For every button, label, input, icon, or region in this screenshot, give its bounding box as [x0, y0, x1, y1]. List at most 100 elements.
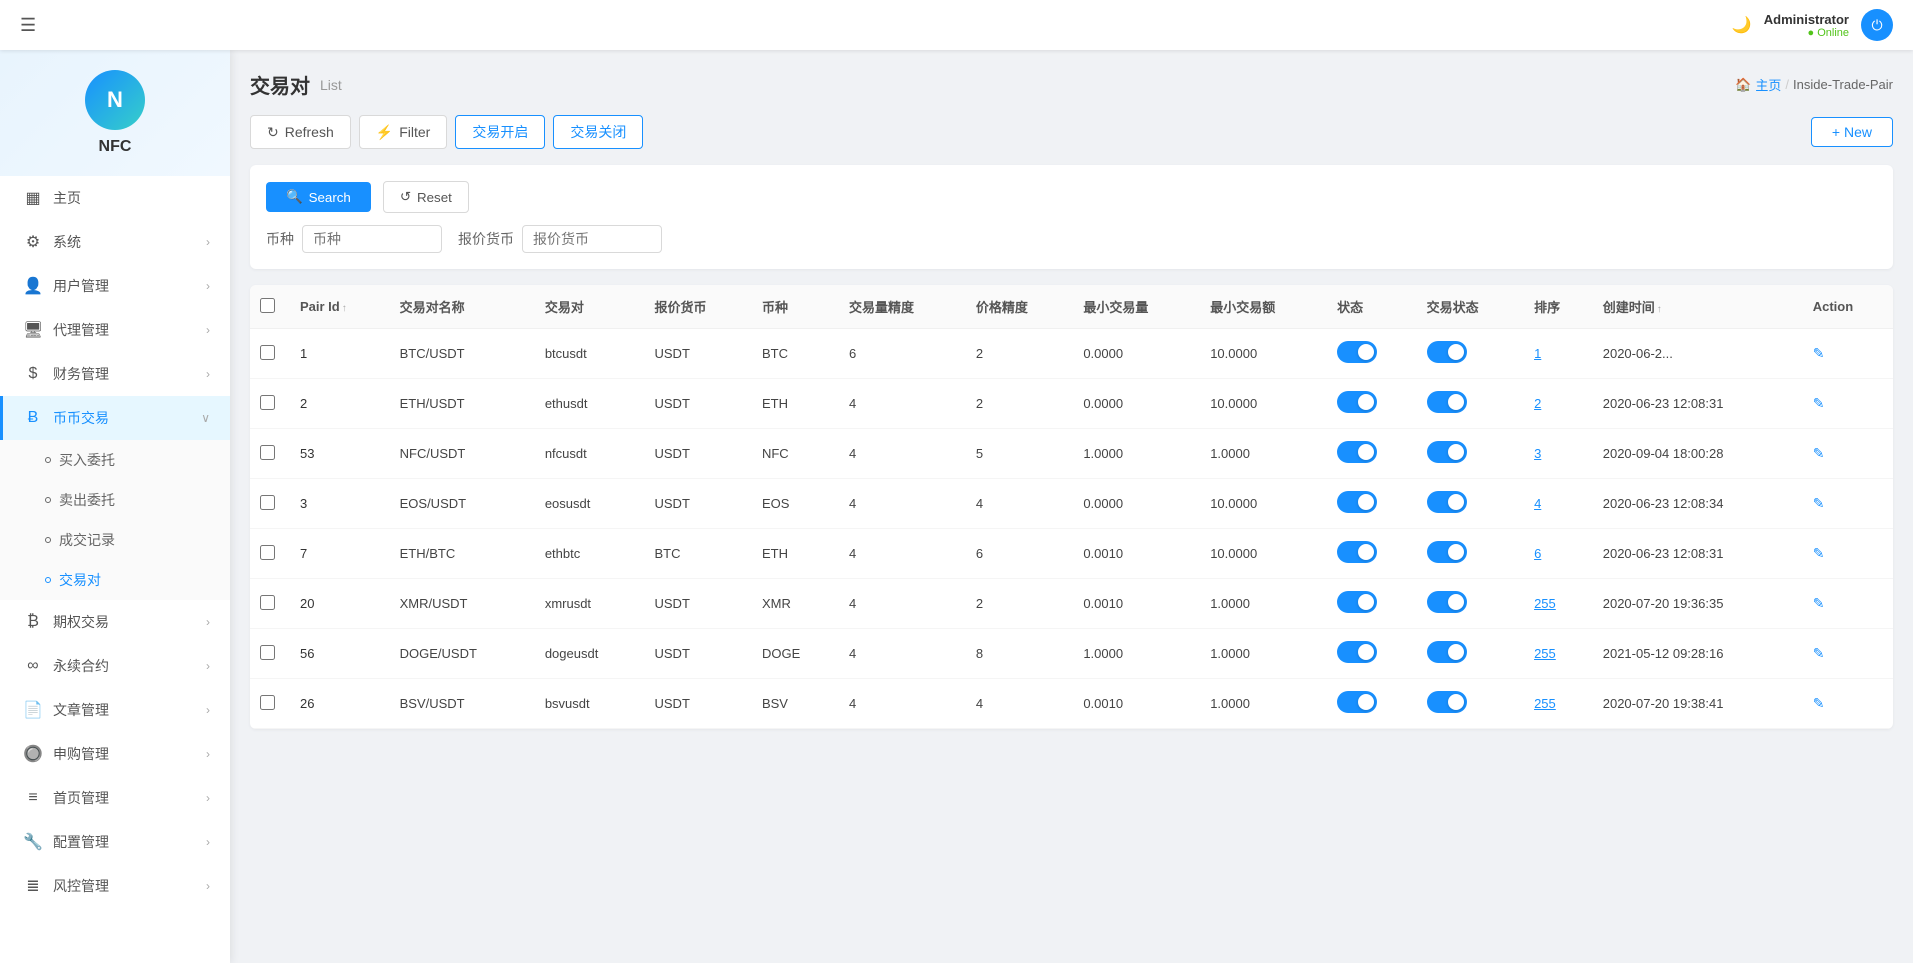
- status-switch-2[interactable]: [1337, 441, 1377, 463]
- edit-icon-6[interactable]: ✎: [1813, 645, 1825, 661]
- status-toggle-5[interactable]: [1337, 591, 1377, 613]
- trade-status-switch-1[interactable]: [1427, 391, 1467, 413]
- status-switch-7[interactable]: [1337, 691, 1377, 713]
- quote-input[interactable]: [522, 225, 662, 253]
- trade-status-switch-5[interactable]: [1427, 591, 1467, 613]
- trade-status-toggle-0[interactable]: [1427, 341, 1467, 363]
- sort-link-0[interactable]: 1: [1534, 346, 1541, 361]
- row-checkbox-2[interactable]: [260, 445, 275, 460]
- row-checkbox-6[interactable]: [260, 645, 275, 660]
- col-trade-status: 交易状态: [1417, 285, 1524, 329]
- coin-input[interactable]: [302, 225, 442, 253]
- sidebar-subitem-sell[interactable]: 卖出委托: [0, 480, 230, 520]
- trade-status-switch-7[interactable]: [1427, 691, 1467, 713]
- coin-trade-submenu: 买入委托 卖出委托 成交记录 交易对: [0, 440, 230, 600]
- status-switch-0[interactable]: [1337, 341, 1377, 363]
- sort-link-6[interactable]: 255: [1534, 646, 1556, 661]
- sidebar-item-finance[interactable]: $ 财务管理 ›: [0, 352, 230, 396]
- status-switch-5[interactable]: [1337, 591, 1377, 613]
- sort-link-2[interactable]: 3: [1534, 446, 1541, 461]
- new-button[interactable]: + New: [1811, 117, 1893, 147]
- sidebar-item-purchase[interactable]: 🔘 申购管理 ›: [0, 732, 230, 776]
- edit-icon-4[interactable]: ✎: [1813, 545, 1825, 561]
- created-sort-icon[interactable]: ↑: [1657, 304, 1662, 315]
- sidebar-item-homepage[interactable]: ≡ 首页管理 ›: [0, 776, 230, 820]
- filter-button[interactable]: ⚡ Filter: [359, 115, 448, 149]
- status-switch-3[interactable]: [1337, 491, 1377, 513]
- sort-link-1[interactable]: 2: [1534, 396, 1541, 411]
- status-toggle-4[interactable]: [1337, 541, 1377, 563]
- sidebar-label-purchase: 申购管理: [53, 744, 196, 764]
- row-checkbox-5[interactable]: [260, 595, 275, 610]
- hamburger-menu-icon[interactable]: ☰: [20, 15, 36, 36]
- trade-status-toggle-7[interactable]: [1427, 691, 1467, 713]
- trade-status-switch-4[interactable]: [1427, 541, 1467, 563]
- row-checkbox-0[interactable]: [260, 345, 275, 360]
- theme-toggle-icon[interactable]: 🌙: [1732, 15, 1752, 35]
- open-trade-button[interactable]: 交易开启: [455, 115, 545, 149]
- row-checkbox-cell: [250, 679, 290, 729]
- sidebar-subitem-trade-pair[interactable]: 交易对: [0, 560, 230, 600]
- row-checkbox-4[interactable]: [260, 545, 275, 560]
- trade-status-toggle-3[interactable]: [1427, 491, 1467, 513]
- edit-icon-2[interactable]: ✎: [1813, 445, 1825, 461]
- cell-min-vol-1: 0.0000: [1073, 379, 1200, 429]
- sidebar-item-user-mgmt[interactable]: 👤 用户管理 ›: [0, 264, 230, 308]
- trade-status-toggle-4[interactable]: [1427, 541, 1467, 563]
- sidebar-item-futures[interactable]: ₿ 期权交易 ›: [0, 600, 230, 644]
- sidebar-label-futures: 期权交易: [53, 612, 196, 632]
- sidebar-item-risk[interactable]: ≣ 风控管理 ›: [0, 864, 230, 908]
- close-trade-button[interactable]: 交易关闭: [553, 115, 643, 149]
- sidebar-item-article[interactable]: 📄 文章管理 ›: [0, 688, 230, 732]
- sidebar-item-agent-mgmt[interactable]: 🖥 代理管理 ›: [0, 308, 230, 352]
- edit-icon-7[interactable]: ✎: [1813, 695, 1825, 711]
- status-switch-4[interactable]: [1337, 541, 1377, 563]
- reset-button[interactable]: ↺ Reset: [383, 181, 469, 213]
- status-toggle-7[interactable]: [1337, 691, 1377, 713]
- trade-status-toggle-2[interactable]: [1427, 441, 1467, 463]
- status-switch-6[interactable]: [1337, 641, 1377, 663]
- sidebar-subitem-trade-record[interactable]: 成交记录: [0, 520, 230, 560]
- trade-status-switch-2[interactable]: [1427, 441, 1467, 463]
- edit-icon-0[interactable]: ✎: [1813, 345, 1825, 361]
- status-toggle-3[interactable]: [1337, 491, 1377, 513]
- status-toggle-2[interactable]: [1337, 441, 1377, 463]
- trade-status-switch-3[interactable]: [1427, 491, 1467, 513]
- trade-status-toggle-6[interactable]: [1427, 641, 1467, 663]
- status-toggle-6[interactable]: [1337, 641, 1377, 663]
- sidebar-item-perpetual[interactable]: ∞ 永续合约 ›: [0, 644, 230, 688]
- select-all-checkbox[interactable]: [260, 298, 275, 313]
- row-checkbox-3[interactable]: [260, 495, 275, 510]
- trade-status-switch-0[interactable]: [1427, 341, 1467, 363]
- edit-icon-5[interactable]: ✎: [1813, 595, 1825, 611]
- trade-status-switch-6[interactable]: [1427, 641, 1467, 663]
- status-toggle-0[interactable]: [1337, 341, 1377, 363]
- sort-link-7[interactable]: 255: [1534, 696, 1556, 711]
- row-checkbox-7[interactable]: [260, 695, 275, 710]
- cell-min-amt-1: 10.0000: [1200, 379, 1327, 429]
- sidebar-subitem-buy[interactable]: 买入委托: [0, 440, 230, 480]
- sidebar-item-config[interactable]: 🔧 配置管理 ›: [0, 820, 230, 864]
- breadcrumb-home-link[interactable]: 主页: [1755, 75, 1781, 94]
- sidebar-label-article: 文章管理: [53, 700, 196, 720]
- status-switch-1[interactable]: [1337, 391, 1377, 413]
- cell-coin-2: NFC: [752, 429, 839, 479]
- edit-icon-1[interactable]: ✎: [1813, 395, 1825, 411]
- trade-status-toggle-1[interactable]: [1427, 391, 1467, 413]
- trade-status-toggle-5[interactable]: [1427, 591, 1467, 613]
- cell-created-1: 2020-06-23 12:08:31: [1593, 379, 1803, 429]
- cell-action-5: ✎: [1803, 579, 1893, 629]
- search-button[interactable]: 🔍 Search: [266, 182, 371, 212]
- power-button[interactable]: ⏻: [1861, 9, 1893, 41]
- sidebar-item-system[interactable]: ⚙ 系统 ›: [0, 220, 230, 264]
- refresh-button[interactable]: ↻ Refresh: [250, 115, 351, 149]
- sort-link-4[interactable]: 6: [1534, 546, 1541, 561]
- status-toggle-1[interactable]: [1337, 391, 1377, 413]
- sort-link-5[interactable]: 255: [1534, 596, 1556, 611]
- sidebar-item-coin-trade[interactable]: Ƀ 币币交易 ∨: [0, 396, 230, 440]
- row-checkbox-1[interactable]: [260, 395, 275, 410]
- sort-link-3[interactable]: 4: [1534, 496, 1541, 511]
- edit-icon-3[interactable]: ✎: [1813, 495, 1825, 511]
- pair-id-sort-icon[interactable]: ↑: [342, 303, 347, 314]
- sidebar-item-home[interactable]: ▦ 主页: [0, 176, 230, 220]
